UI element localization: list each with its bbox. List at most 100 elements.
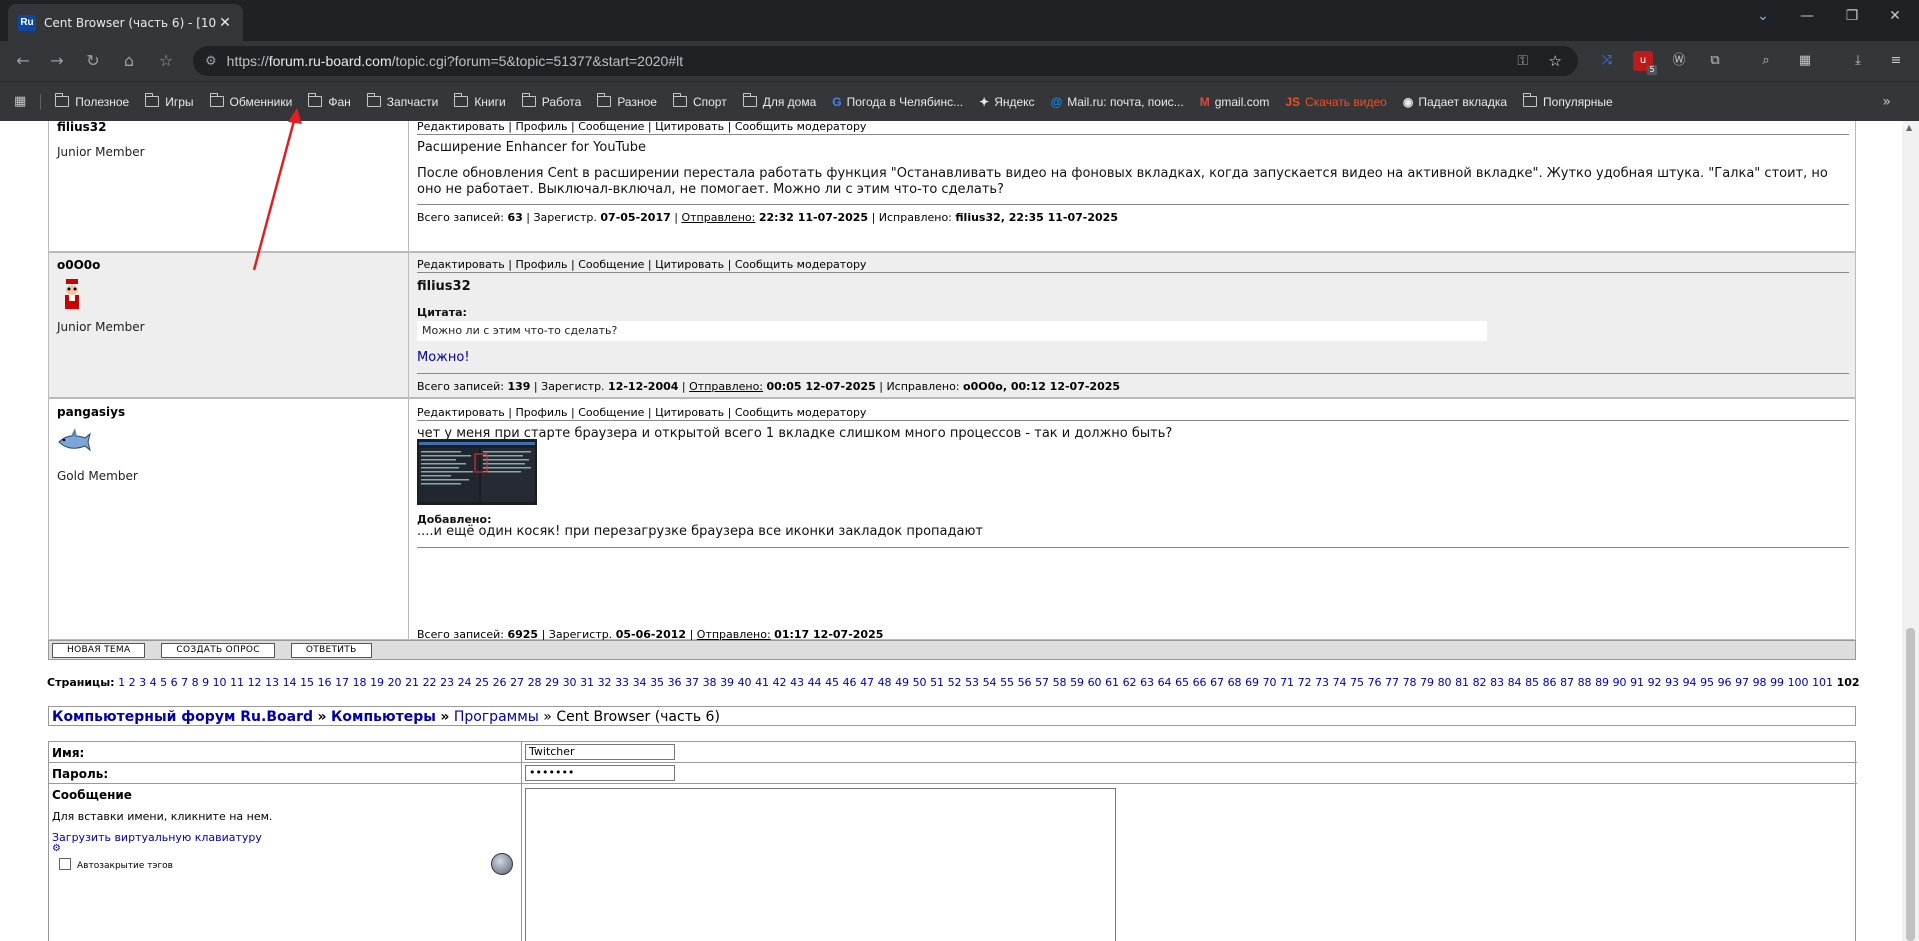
apps-icon[interactable]: ▦ bbox=[14, 94, 26, 109]
page-link[interactable]: 10 bbox=[213, 676, 227, 689]
minimize-icon[interactable]: — bbox=[1787, 8, 1827, 24]
page-link[interactable]: 58 bbox=[1053, 676, 1067, 689]
page-link[interactable]: 30 bbox=[563, 676, 577, 689]
apps-grid-icon[interactable]: ▦ bbox=[1795, 51, 1815, 71]
page-link[interactable]: 41 bbox=[755, 676, 769, 689]
page-link[interactable]: 15 bbox=[300, 676, 314, 689]
page-link[interactable]: 6 bbox=[171, 676, 178, 689]
extension-w-icon[interactable]: Ⓦ bbox=[1669, 51, 1689, 71]
page-link[interactable]: 7 bbox=[181, 676, 188, 689]
footer-sent-link[interactable]: Отправлено: bbox=[689, 380, 763, 393]
page-link[interactable]: 45 bbox=[825, 676, 839, 689]
page-link[interactable]: 21 bbox=[405, 676, 419, 689]
page-link[interactable]: 23 bbox=[440, 676, 454, 689]
page-link[interactable]: 32 bbox=[598, 676, 612, 689]
page-link[interactable]: 74 bbox=[1333, 676, 1347, 689]
forum-button-0[interactable]: НОВАЯ ТЕМА bbox=[52, 642, 146, 658]
more-bookmarks-chevron-icon[interactable]: » bbox=[1882, 94, 1891, 110]
page-link[interactable]: 71 bbox=[1280, 676, 1294, 689]
page-link[interactable]: 50 bbox=[913, 676, 927, 689]
bookmark-folder-3[interactable]: Фан bbox=[308, 93, 351, 109]
page-link[interactable]: 91 bbox=[1630, 676, 1644, 689]
page-link[interactable]: 20 bbox=[388, 676, 402, 689]
reload-icon[interactable]: ↻ bbox=[82, 50, 104, 72]
page-link[interactable]: 29 bbox=[545, 676, 559, 689]
page-link[interactable]: 31 bbox=[580, 676, 594, 689]
page-link[interactable]: 90 bbox=[1613, 676, 1627, 689]
smiley-ball-icon[interactable] bbox=[491, 853, 513, 875]
page-link[interactable]: 97 bbox=[1735, 676, 1749, 689]
page-link[interactable]: 70 bbox=[1263, 676, 1277, 689]
page-link[interactable]: 25 bbox=[475, 676, 489, 689]
page-link[interactable]: 56 bbox=[1018, 676, 1032, 689]
page-link[interactable]: 94 bbox=[1683, 676, 1697, 689]
page-link[interactable]: 87 bbox=[1560, 676, 1574, 689]
bookmark-link-15[interactable]: ◉ Падает вкладка bbox=[1403, 95, 1507, 109]
page-link[interactable]: 61 bbox=[1105, 676, 1119, 689]
page-link[interactable]: 4 bbox=[150, 676, 157, 689]
bookmark-folder-7[interactable]: Разное bbox=[597, 93, 657, 109]
page-link[interactable]: 18 bbox=[353, 676, 367, 689]
bookmark-folder-8[interactable]: Спорт bbox=[672, 93, 727, 109]
breadcrumb-forum-link[interactable]: Компьютерный форум Ru.Board bbox=[52, 709, 313, 725]
post-actions[interactable]: Редактировать | Профиль | Сообщение | Ци… bbox=[417, 258, 866, 271]
post-author[interactable]: filius32 bbox=[57, 121, 107, 134]
password-key-icon[interactable]: ⚿ bbox=[1517, 53, 1528, 69]
page-link[interactable]: 5 bbox=[160, 676, 167, 689]
forward-icon[interactable]: → bbox=[46, 50, 68, 72]
page-link[interactable]: 33 bbox=[615, 676, 629, 689]
post-author[interactable]: o0O0o bbox=[57, 258, 100, 272]
page-link[interactable]: 62 bbox=[1123, 676, 1137, 689]
page-link[interactable]: 68 bbox=[1228, 676, 1242, 689]
password-input[interactable]: ••••••• bbox=[525, 765, 675, 781]
page-link[interactable]: 95 bbox=[1700, 676, 1714, 689]
page-link[interactable]: 79 bbox=[1420, 676, 1434, 689]
page-link[interactable]: 55 bbox=[1000, 676, 1014, 689]
page-link[interactable]: 85 bbox=[1525, 676, 1539, 689]
page-link[interactable]: 16 bbox=[318, 676, 332, 689]
page-link[interactable]: 19 bbox=[370, 676, 384, 689]
page-link[interactable]: 48 bbox=[878, 676, 892, 689]
bookmark-folder-6[interactable]: Работа bbox=[521, 93, 581, 109]
bookmark-folder-0[interactable]: Полезное bbox=[55, 93, 129, 109]
url-text[interactable]: https://forum.ru-board.com/topic.cgi?for… bbox=[227, 53, 683, 69]
extension-ublock-icon[interactable]: u5 bbox=[1633, 51, 1657, 75]
virtual-keyboard-link[interactable]: Загрузить виртуальную клавиатуру bbox=[52, 831, 262, 844]
message-textarea[interactable] bbox=[525, 788, 1116, 941]
bookmark-folder-4[interactable]: Запчасти bbox=[366, 93, 438, 109]
page-link[interactable]: 92 bbox=[1648, 676, 1662, 689]
breadcrumb-sub-link[interactable]: Программы bbox=[454, 709, 539, 725]
bookmark-link-10[interactable]: G Погода в Челябинс... bbox=[832, 95, 963, 109]
page-link[interactable]: 81 bbox=[1455, 676, 1469, 689]
bookmark-page-star-icon[interactable]: ☆ bbox=[1549, 52, 1562, 70]
page-link[interactable]: 9 bbox=[202, 676, 209, 689]
back-icon[interactable]: ← bbox=[12, 50, 34, 72]
page-link[interactable]: 86 bbox=[1543, 676, 1557, 689]
forum-button-2[interactable]: ОТВЕТИТЬ bbox=[290, 642, 372, 658]
address-bar[interactable]: ⚙ https://forum.ru-board.com/topic.cgi?f… bbox=[193, 46, 1578, 76]
page-link[interactable]: 26 bbox=[493, 676, 507, 689]
keyboard-gear-icon[interactable]: ⚙ bbox=[52, 843, 61, 854]
page-link[interactable]: 28 bbox=[528, 676, 542, 689]
page-link[interactable]: 43 bbox=[790, 676, 804, 689]
page-link[interactable]: 78 bbox=[1403, 676, 1417, 689]
page-link[interactable]: 65 bbox=[1175, 676, 1189, 689]
page-link[interactable]: 88 bbox=[1578, 676, 1592, 689]
page-link[interactable]: 93 bbox=[1665, 676, 1679, 689]
search-icon[interactable]: ⌕ bbox=[1756, 51, 1776, 71]
bookmark-star-icon[interactable]: ☆ bbox=[155, 50, 177, 72]
page-link[interactable]: 100 bbox=[1788, 676, 1809, 689]
page-link[interactable]: 27 bbox=[510, 676, 524, 689]
page-link[interactable]: 36 bbox=[668, 676, 682, 689]
bookmark-folder-2[interactable]: Обменники bbox=[209, 93, 292, 109]
extension-mouse-gesture-icon[interactable]: ⤨ bbox=[1597, 51, 1617, 71]
restore-icon[interactable]: ❐ bbox=[1832, 8, 1872, 24]
page-link[interactable]: 42 bbox=[773, 676, 787, 689]
forum-button-1[interactable]: СОЗДАТЬ ОПРОС bbox=[161, 642, 275, 658]
page-link[interactable]: 22 bbox=[423, 676, 437, 689]
page-link[interactable]: 66 bbox=[1193, 676, 1207, 689]
page-link[interactable]: 1 bbox=[118, 676, 125, 689]
page-link[interactable]: 2 bbox=[129, 676, 136, 689]
page-link[interactable]: 12 bbox=[248, 676, 262, 689]
page-link[interactable]: 64 bbox=[1158, 676, 1172, 689]
